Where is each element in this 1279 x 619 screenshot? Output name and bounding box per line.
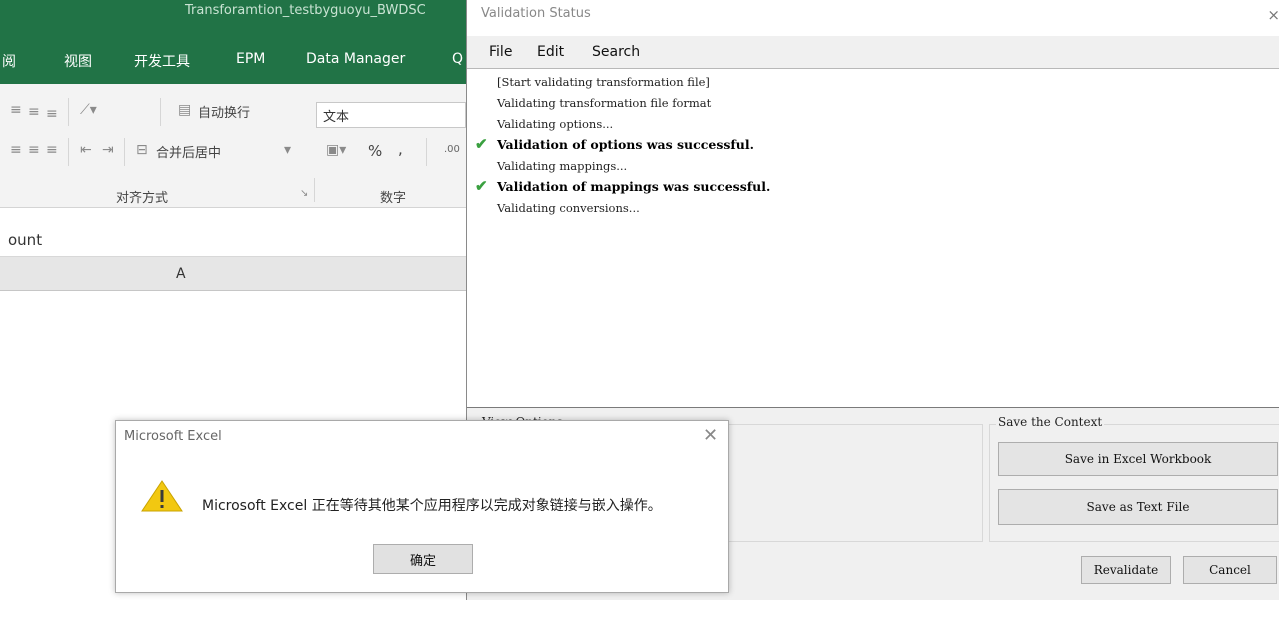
ribbon-divider	[68, 98, 69, 126]
log-line: Validating transformation file format	[497, 96, 712, 110]
group-label-alignment: 对齐方式	[116, 191, 169, 206]
merge-center-button[interactable]: 合并后居中	[156, 142, 221, 161]
cancel-button[interactable]: Cancel	[1183, 556, 1277, 584]
validation-log[interactable]: [Start validating transformation file] V…	[467, 68, 1279, 408]
excel-title-bar: Transforamtion_testbyguoyu_BWDSC	[0, 0, 470, 36]
align-middle-icon[interactable]: ≡	[28, 104, 40, 120]
log-line: Validation of options was successful.	[497, 137, 754, 152]
number-format-value: 文本	[323, 110, 350, 125]
percent-style-button[interactable]: %	[368, 142, 382, 160]
decrease-indent-icon[interactable]: ⇤	[80, 142, 92, 158]
excel-ribbon-tabs: 阅 视图 开发工具 EPM Data Manager Q	[0, 36, 470, 84]
tab-review[interactable]: 阅	[2, 51, 16, 71]
column-header-a[interactable]: A	[176, 266, 186, 282]
group-label-number: 数字	[380, 191, 407, 206]
column-header-row: A	[0, 257, 470, 291]
formula-text: ount	[8, 231, 43, 249]
number-format-select[interactable]: 文本	[316, 102, 466, 128]
checkmark-icon: ✔	[475, 135, 488, 153]
revalidate-button[interactable]: Revalidate	[1081, 556, 1171, 584]
menu-file[interactable]: File	[489, 44, 512, 60]
warning-icon	[138, 477, 186, 515]
increase-indent-icon[interactable]: ⇥	[102, 142, 114, 158]
close-icon[interactable]: ✕	[703, 425, 718, 446]
menu-search[interactable]: Search	[592, 44, 640, 60]
log-line: Validating mappings...	[497, 159, 628, 173]
dialog-message: Microsoft Excel 正在等待其他某个应用程序以完成对象链接与嵌入操作…	[202, 498, 662, 514]
merge-dropdown-icon[interactable]: ▾	[284, 142, 291, 158]
save-excel-button[interactable]: Save in Excel Workbook	[998, 442, 1278, 476]
merge-center-icon: ⊟	[136, 142, 148, 158]
increase-decimal-button[interactable]: .00	[444, 144, 460, 155]
dialog-title: Microsoft Excel	[124, 429, 222, 444]
align-top-icon[interactable]: ≡	[10, 102, 22, 118]
align-right-icon[interactable]: ≡	[46, 142, 58, 158]
save-context-label: Save the Context	[996, 415, 1105, 429]
dialog-launcher-icon[interactable]: ↘	[300, 188, 308, 199]
validation-window-title: Validation Status	[481, 6, 591, 21]
close-icon[interactable]: ×	[1267, 6, 1279, 24]
validation-title-bar: Validation Status ×	[467, 0, 1279, 36]
tab-epm[interactable]: EPM	[236, 51, 265, 67]
tab-view[interactable]: 视图	[64, 51, 92, 71]
save-context-group: Save the Context Save in Excel Workbook …	[989, 415, 1279, 542]
ribbon-divider	[124, 138, 125, 166]
ribbon-divider	[426, 138, 427, 166]
excel-dialog: Microsoft Excel ✕ Microsoft Excel 正在等待其他…	[115, 420, 729, 593]
log-line: [Start validating transformation file]	[497, 75, 710, 89]
tab-data-manager[interactable]: Data Manager	[306, 51, 405, 67]
tab-developer[interactable]: 开发工具	[134, 51, 190, 71]
log-line: Validating options...	[497, 117, 614, 131]
ribbon-divider	[160, 98, 161, 126]
orientation-icon[interactable]: ⟋▾	[80, 102, 97, 118]
excel-window-title: Transforamtion_testbyguoyu_BWDSC	[185, 3, 426, 18]
wrap-text-icon: ▤	[178, 102, 192, 118]
log-line: Validating conversions...	[497, 201, 640, 215]
tab-tell-me[interactable]: Q	[452, 51, 463, 67]
log-line: Validation of mappings was successful.	[497, 179, 771, 194]
checkmark-icon: ✔	[475, 177, 488, 195]
menu-edit[interactable]: Edit	[537, 44, 564, 60]
ok-button[interactable]: 确定	[373, 544, 473, 574]
wrap-text-button[interactable]: 自动换行	[198, 102, 250, 121]
formula-bar[interactable]: ount	[0, 225, 470, 257]
excel-ribbon: ≡ ≡ ≡ ⟋▾ ▤ 自动换行 文本 ≡ ≡ ≡ ⇤ ⇥ ⊟ 合并后居中 ▾ ▣…	[0, 84, 470, 208]
accounting-format-icon[interactable]: ▣▾	[326, 142, 346, 158]
ribbon-divider	[68, 138, 69, 166]
ribbon-divider	[314, 178, 315, 202]
menu-bar: File Edit Search	[467, 38, 1279, 68]
align-bottom-icon[interactable]: ≡	[46, 106, 58, 122]
align-left-icon[interactable]: ≡	[10, 142, 22, 158]
align-center-icon[interactable]: ≡	[28, 142, 40, 158]
save-text-button[interactable]: Save as Text File	[998, 489, 1278, 525]
comma-style-button[interactable]: ,	[398, 140, 403, 158]
